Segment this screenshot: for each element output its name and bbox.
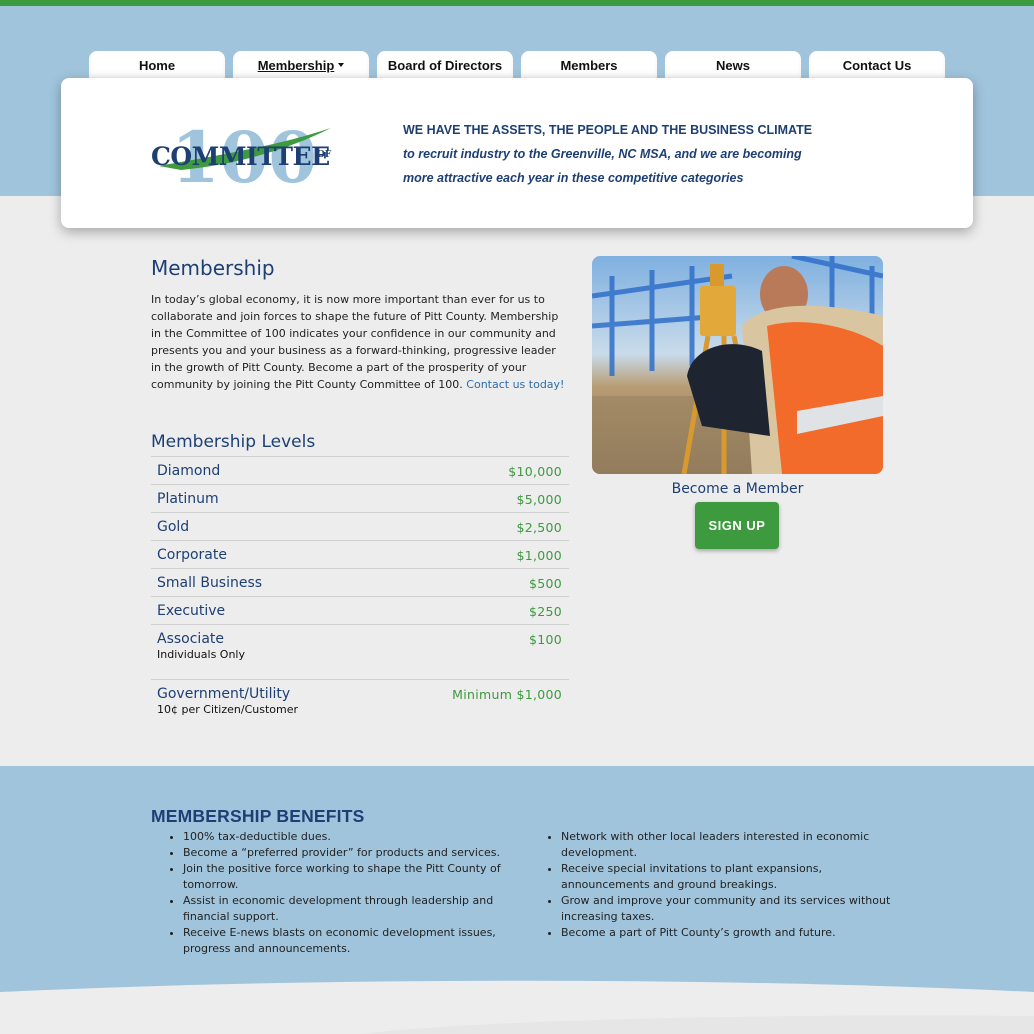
benefits-title: MEMBERSHIP BENEFITS xyxy=(151,806,365,826)
benefit-item: 100% tax-deductible dues. xyxy=(183,829,511,845)
tab-label: Board of Directors xyxy=(387,57,503,73)
level-price: $2,500 xyxy=(516,520,562,535)
footer-wave xyxy=(0,980,1034,1034)
tagline-line-3: more attractive each year in these compe… xyxy=(403,171,744,185)
level-diamond: Diamond $10,000 xyxy=(151,456,569,484)
level-platinum: Platinum $5,000 xyxy=(151,484,569,512)
header-card: 100 COMMITTEE OF WE HAVE THE ASSETS, THE… xyxy=(61,78,973,228)
intro-text: In today’s global economy, it is now mor… xyxy=(151,293,559,391)
level-price: $500 xyxy=(528,576,562,591)
tab-label: Home xyxy=(138,57,176,73)
benefits-list-left: 100% tax-deductible dues. Become a “pref… xyxy=(151,829,511,957)
chevron-down-icon xyxy=(338,63,345,67)
level-name: Corporate xyxy=(157,547,227,563)
level-name: Executive xyxy=(157,603,226,619)
tab-label: Membership xyxy=(257,57,335,73)
level-government-utility: Government/Utility Minimum $1,000 10¢ pe… xyxy=(151,679,569,734)
benefit-item: Network with other local leaders interes… xyxy=(561,829,899,861)
level-price: $5,000 xyxy=(516,492,562,507)
become-member-label: Become a Member xyxy=(671,481,804,497)
benefit-item: Become a “preferred provider” for produc… xyxy=(183,845,511,861)
tagline-line-1: WE HAVE THE ASSETS, THE PEOPLE AND THE B… xyxy=(403,123,813,137)
benefit-item: Assist in economic development through l… xyxy=(183,893,511,925)
intro-paragraph: In today’s global economy, it is now mor… xyxy=(151,291,569,393)
sign-up-button[interactable]: SIGN UP xyxy=(695,502,779,549)
benefit-item: Receive E-news blasts on economic develo… xyxy=(183,925,511,957)
tab-home[interactable]: Home xyxy=(89,51,225,79)
tab-board-of-directors[interactable]: Board of Directors xyxy=(377,51,513,79)
tab-members[interactable]: Members xyxy=(521,51,657,79)
levels-title: Membership Levels xyxy=(151,432,316,452)
logo-text: COMMITTEE xyxy=(151,142,330,171)
benefit-item: Receive special invitations to plant exp… xyxy=(561,861,899,893)
level-corporate: Corporate $1,000 xyxy=(151,540,569,568)
membership-levels-list: Diamond $10,000 Platinum $5,000 Gold $2,… xyxy=(151,456,569,734)
level-name: Diamond xyxy=(157,463,221,479)
contact-us-link[interactable]: Contact us today! xyxy=(466,378,564,391)
tab-membership[interactable]: Membership xyxy=(233,51,369,79)
logo-of: OF xyxy=(317,150,332,160)
level-price: $10,000 xyxy=(508,464,562,479)
tagline: WE HAVE THE ASSETS, THE PEOPLE AND THE B… xyxy=(403,118,923,190)
benefit-item: Grow and improve your community and its … xyxy=(561,893,899,925)
level-price: $1,000 xyxy=(516,548,562,563)
level-price: $100 xyxy=(528,632,562,647)
tab-contact-us[interactable]: Contact Us xyxy=(809,51,945,79)
level-price: $250 xyxy=(528,604,562,619)
page-title: Membership xyxy=(151,256,275,280)
tab-label: News xyxy=(716,57,750,73)
level-name: Government/Utility xyxy=(157,686,291,702)
tab-news[interactable]: News xyxy=(665,51,801,79)
surveyor-photo xyxy=(592,256,883,474)
tagline-line-2: to recruit industry to the Greenville, N… xyxy=(403,147,802,161)
tab-label: Members xyxy=(560,57,618,73)
level-name: Small Business xyxy=(157,575,263,591)
main-nav: Home Membership Board of Directors Membe… xyxy=(89,51,945,79)
level-note: 10¢ per Citizen/Customer xyxy=(157,703,299,716)
tab-label: Contact Us xyxy=(842,57,912,73)
level-associate: Associate $100 Individuals Only xyxy=(151,624,569,679)
committee-of-100-logo[interactable]: 100 COMMITTEE OF xyxy=(151,118,336,188)
level-note: Individuals Only xyxy=(157,648,245,661)
level-price: Minimum $1,000 xyxy=(452,687,562,702)
benefit-item: Join the positive force working to shape… xyxy=(183,861,511,893)
level-name: Associate xyxy=(157,631,224,647)
benefits-list-right: Network with other local leaders interes… xyxy=(529,829,899,941)
level-executive: Executive $250 xyxy=(151,596,569,624)
membership-section: Membership In today’s global economy, it… xyxy=(151,256,569,393)
benefit-item: Become a part of Pitt County’s growth an… xyxy=(561,925,899,941)
level-gold: Gold $2,500 xyxy=(151,512,569,540)
level-name: Gold xyxy=(157,519,190,535)
level-name: Platinum xyxy=(157,491,219,507)
level-small-business: Small Business $500 xyxy=(151,568,569,596)
